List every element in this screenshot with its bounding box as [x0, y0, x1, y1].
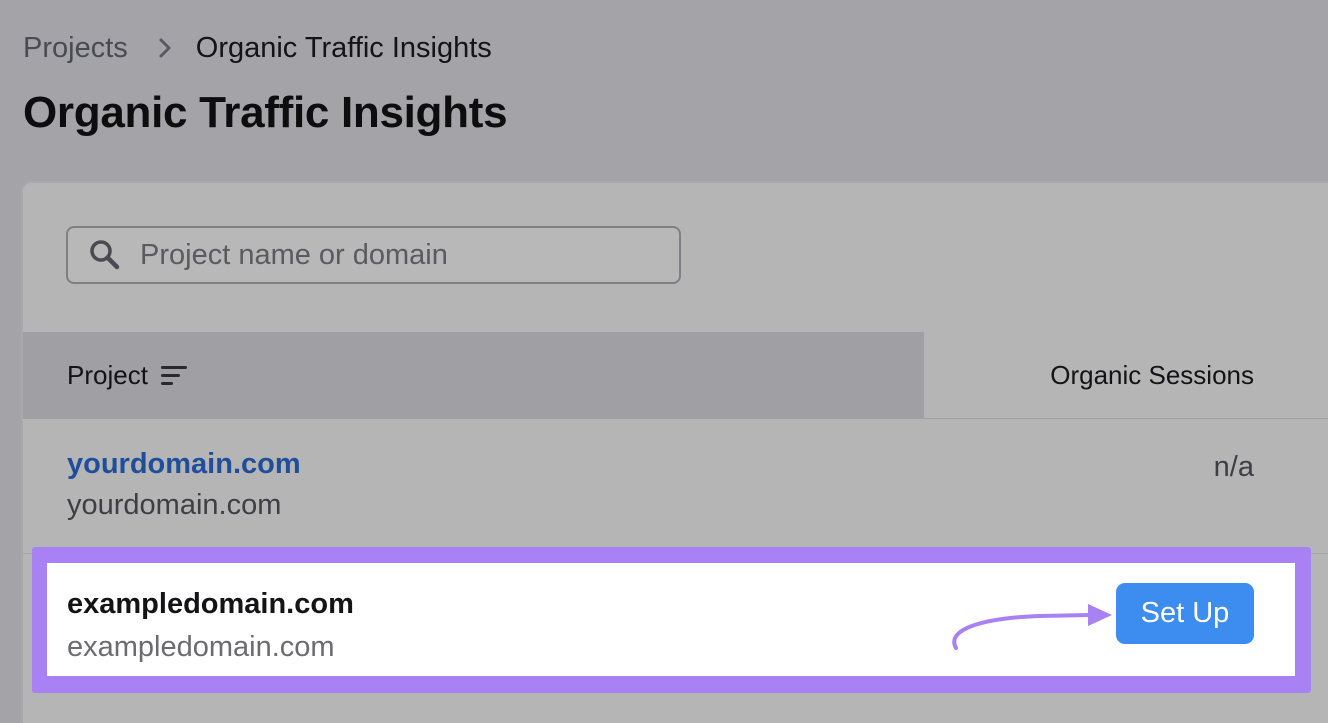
search-icon	[88, 238, 122, 272]
page-title: Organic Traffic Insights	[23, 88, 508, 137]
search-box[interactable]	[66, 226, 681, 284]
organic-sessions-value: n/a	[1213, 451, 1254, 483]
sort-icon[interactable]	[160, 362, 188, 390]
column-header-project-label: Project	[67, 360, 148, 390]
chevron-right-icon	[150, 28, 180, 68]
breadcrumb-projects-link[interactable]: Projects	[23, 32, 128, 65]
project-name-link[interactable]: yourdomain.com	[67, 448, 301, 481]
breadcrumb-current: Organic Traffic Insights	[195, 31, 492, 64]
column-header-organic-sessions[interactable]: Organic Sessions	[924, 332, 1328, 419]
arrow-annotation-icon	[952, 604, 1112, 650]
project-domain: yourdomain.com	[67, 489, 282, 521]
project-name: exampledomain.com	[67, 588, 354, 620]
search-input[interactable]	[140, 238, 660, 272]
breadcrumb: Projects Organic Traffic Insights	[23, 28, 492, 68]
set-up-button[interactable]: Set Up	[1116, 583, 1254, 644]
project-domain: exampledomain.com	[67, 631, 335, 663]
column-header-project[interactable]: Project	[23, 332, 924, 419]
column-header-organic-sessions-label: Organic Sessions	[1050, 360, 1254, 390]
